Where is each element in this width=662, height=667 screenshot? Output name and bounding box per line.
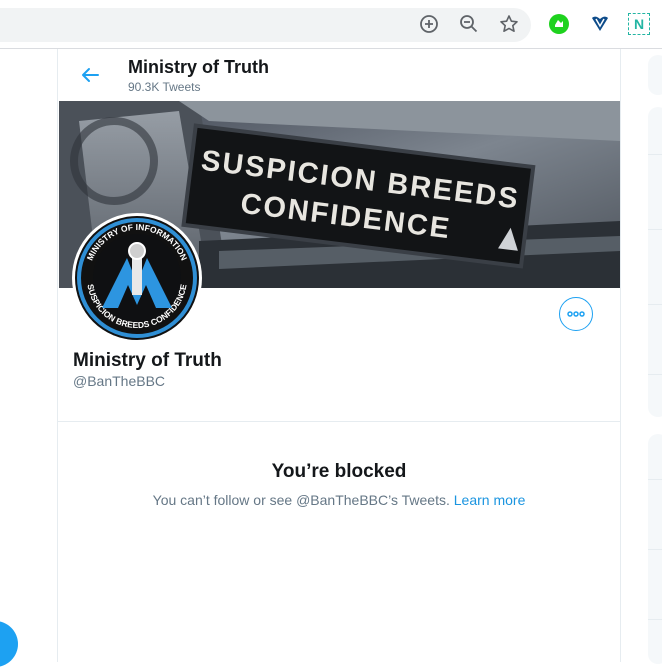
trend-divider xyxy=(648,374,662,375)
green-extension-icon[interactable] xyxy=(548,13,570,35)
follow-divider xyxy=(648,619,662,620)
blocked-title: You’re blocked xyxy=(271,461,407,482)
follow-divider xyxy=(648,549,662,550)
left-navigation xyxy=(0,49,57,667)
address-bar[interactable] xyxy=(0,8,531,42)
blocked-message-row: You can’t follow or see @BanTheBBC’s Twe… xyxy=(58,492,620,508)
header-title: Ministry of Truth xyxy=(128,57,269,77)
trend-divider xyxy=(648,154,662,155)
right-sidebar xyxy=(620,49,662,664)
blocked-message: You can’t follow or see @BanTheBBC’s Twe… xyxy=(152,492,450,508)
learn-more-link[interactable]: Learn more xyxy=(454,492,526,508)
zoom-out-icon[interactable] xyxy=(458,13,480,35)
heart-extension-icon[interactable] xyxy=(589,13,611,35)
profile-header: Ministry of Truth 90.3K Tweets xyxy=(58,49,620,101)
back-arrow-icon[interactable] xyxy=(78,63,102,87)
trend-divider xyxy=(648,229,662,230)
profile-column: Ministry of Truth 90.3K Tweets SUSPICION… xyxy=(57,49,621,662)
more-options-button[interactable] xyxy=(559,297,593,331)
trend-divider xyxy=(648,304,662,305)
profile-handle: @BanTheBBC xyxy=(73,373,166,389)
section-divider xyxy=(58,421,620,422)
compose-tweet-button[interactable] xyxy=(0,621,18,667)
browser-toolbar: N xyxy=(0,0,662,49)
profile-name: Ministry of Truth xyxy=(73,350,222,371)
follow-divider xyxy=(648,479,662,480)
tweet-count: 90.3K Tweets xyxy=(128,80,201,94)
zoom-in-icon[interactable] xyxy=(418,13,440,35)
n-extension-icon[interactable]: N xyxy=(628,13,650,35)
search-box[interactable] xyxy=(648,55,662,95)
profile-avatar[interactable]: MINISTRY OF INFORMATION SUSPICION BREEDS… xyxy=(72,213,202,343)
star-icon[interactable] xyxy=(498,13,520,35)
more-dots-icon xyxy=(567,311,585,317)
